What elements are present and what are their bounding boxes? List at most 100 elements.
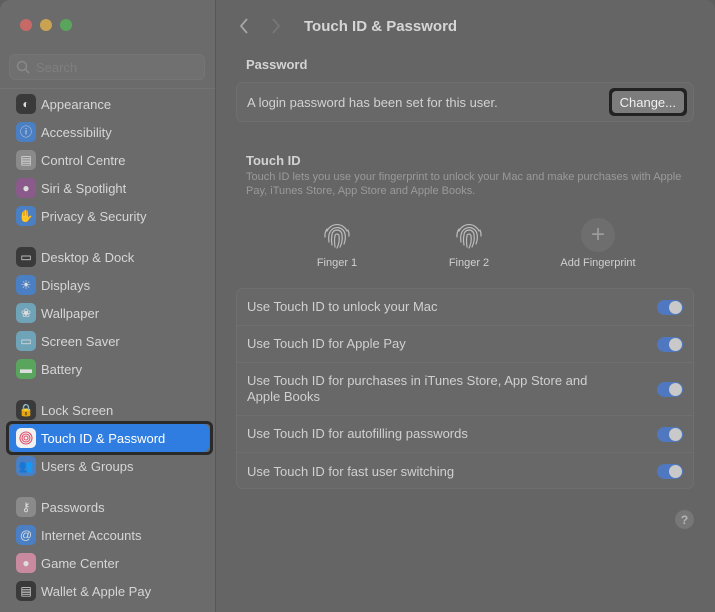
search-icon: [16, 60, 30, 74]
sidebar-item-label: Privacy & Security: [41, 208, 147, 224]
toggle-switch[interactable]: [657, 336, 683, 352]
fingerprint-icon: [324, 223, 350, 249]
touch-id-option-row: Use Touch ID to unlock your Mac: [237, 289, 693, 326]
sidebar-item-label: Screen Saver: [41, 333, 120, 349]
option-label: Use Touch ID for fast user switching: [247, 463, 455, 479]
key-icon: ⚷: [16, 497, 36, 517]
change-password-button[interactable]: Change...: [611, 91, 684, 113]
finger-2-label: Finger 2: [448, 257, 490, 269]
sidebar-item-lock-screen[interactable]: 🔒 Lock Screen: [9, 396, 209, 424]
toggle-knob: [669, 382, 682, 396]
screen-saver-icon: ▭: [16, 331, 36, 351]
change-button-highlight: Change...: [608, 88, 687, 116]
toggle-knob: [669, 427, 682, 441]
sidebar-item-displays[interactable]: ☀ Displays: [9, 271, 209, 299]
finger-1[interactable]: Finger 1: [277, 218, 397, 269]
sidebar-item-label: Desktop & Dock: [41, 249, 135, 265]
sidebar-item-label: Wallet & Apple Pay: [41, 583, 152, 599]
finger-1-label: Finger 1: [316, 257, 358, 269]
help-button[interactable]: ?: [675, 510, 694, 529]
add-fingerprint-button[interactable]: + Add Fingerprint: [538, 218, 658, 269]
option-label: Use Touch ID for Apple Pay: [247, 336, 406, 351]
sidebar-item-game-center[interactable]: ● Game Center: [9, 549, 209, 577]
forward-button[interactable]: [262, 12, 290, 40]
toggle-switch[interactable]: [657, 426, 683, 442]
sidebar-item-label: Users & Groups: [41, 458, 134, 474]
toggle-switch[interactable]: [657, 299, 683, 315]
sidebar-item-label: Touch ID & Password: [41, 430, 166, 446]
hand-icon: ✋: [16, 206, 36, 226]
sidebar-item-siri-and-spotlight[interactable]: ● Siri & Spotlight: [9, 174, 209, 202]
control-centre-icon: ▤: [16, 150, 36, 170]
toggle-switch[interactable]: [657, 464, 683, 479]
battery-icon: ▬: [16, 359, 36, 379]
sidebar-item-appearance[interactable]: ◐ Appearance: [9, 90, 209, 118]
sidebar-item-control-centre[interactable]: ▤ Control Centre: [9, 146, 209, 174]
wallpaper-icon: ❀: [16, 303, 36, 323]
touch-id-option-row: Use Touch ID for autofilling passwords: [237, 416, 693, 453]
sidebar-item-battery[interactable]: ▬ Battery: [9, 355, 209, 383]
minimize-button[interactable]: [40, 19, 52, 31]
close-button[interactable]: [20, 19, 32, 31]
fingerprint-icon: [16, 428, 36, 448]
touch-id-section-title: Touch ID: [246, 153, 301, 168]
sidebar-item-passwords[interactable]: ⚷ Passwords: [9, 493, 209, 521]
search-field[interactable]: [9, 54, 205, 80]
sidebar-nav: ◐ Appearance ⓘ Accessibility ▤ Control Centre…: [6, 90, 213, 605]
sidebar-item-label: Passwords: [41, 499, 105, 515]
password-status-text: A login password has been set for this u…: [247, 94, 498, 110]
sidebar-item-wallet-and-apple-pay[interactable]: ▤ Wallet & Apple Pay: [9, 577, 209, 605]
sidebar-item-label: Appearance: [41, 96, 112, 112]
main-pane: Touch ID & Password Password A login pas…: [216, 0, 715, 612]
siri-icon: ●: [16, 178, 36, 198]
touch-id-option-row: Use Touch ID for fast user switching: [237, 453, 693, 490]
back-button[interactable]: [230, 12, 258, 40]
at-icon: @: [16, 525, 36, 545]
zoom-button[interactable]: [60, 19, 72, 31]
game-center-icon: ●: [16, 553, 36, 573]
sidebar-item-label: Battery: [41, 361, 83, 377]
displays-icon: ☀: [16, 275, 36, 295]
lock-icon: 🔒: [16, 400, 36, 420]
toggle-knob: [669, 300, 682, 314]
sidebar-item-users-and-groups[interactable]: 👥 Users & Groups: [9, 452, 209, 480]
plus-icon: +: [581, 218, 615, 252]
sidebar-item-label: Game Center: [41, 555, 120, 571]
page-title: Touch ID & Password: [304, 17, 458, 35]
chevron-right-icon: [272, 18, 281, 34]
touch-id-option-row: Use Touch ID for Apple Pay: [237, 326, 693, 363]
appearance-icon: ◐: [16, 94, 36, 114]
option-label: Use Touch ID to unlock your Mac: [247, 299, 438, 314]
sidebar-item-screen-saver[interactable]: ▭ Screen Saver: [9, 327, 209, 355]
finger-2[interactable]: Finger 2: [409, 218, 529, 269]
search-input[interactable]: [36, 59, 186, 75]
sidebar-item-desktop-and-dock[interactable]: ▭ Desktop & Dock: [9, 243, 209, 271]
desktop-dock-icon: ▭: [16, 247, 36, 267]
sidebar-item-accessibility[interactable]: ⓘ Accessibility: [9, 118, 209, 146]
toggle-knob: [669, 337, 682, 351]
toolbar: Touch ID & Password: [216, 12, 715, 40]
password-section-title: Password: [246, 57, 308, 72]
sidebar-item-privacy-and-security[interactable]: ✋ Privacy & Security: [9, 202, 209, 230]
fingerprint-icon: [456, 223, 482, 249]
password-card: A login password has been set for this u…: [236, 82, 694, 122]
option-label: Use Touch ID for purchases in iTunes Sto…: [247, 373, 588, 404]
toggle-knob: [669, 465, 682, 478]
sidebar-item-label: Displays: [41, 277, 91, 293]
touch-id-options-card: Use Touch ID to unlock your Mac Use Touch…: [236, 288, 694, 489]
sidebar-item-label: Lock Screen: [41, 402, 114, 418]
option-label: Use Touch ID for autofilling passwords: [247, 426, 468, 441]
wallet-icon: ▤: [16, 581, 36, 601]
window-controls: [20, 19, 72, 31]
sidebar-item-label: Accessibility: [41, 124, 112, 140]
sidebar-item-internet-accounts[interactable]: @ Internet Accounts: [9, 521, 209, 549]
sidebar-item-touch-id-and-password[interactable]: Touch ID & Password: [6, 421, 213, 455]
sidebar-divider: [0, 88, 215, 89]
system-settings-window: ◐ Appearance ⓘ Accessibility ▤ Control Centre…: [0, 0, 715, 612]
sidebar-item-wallpaper[interactable]: ❀ Wallpaper: [9, 299, 209, 327]
toggle-switch[interactable]: [657, 381, 683, 397]
sidebar-item-label: Internet Accounts: [41, 527, 142, 543]
